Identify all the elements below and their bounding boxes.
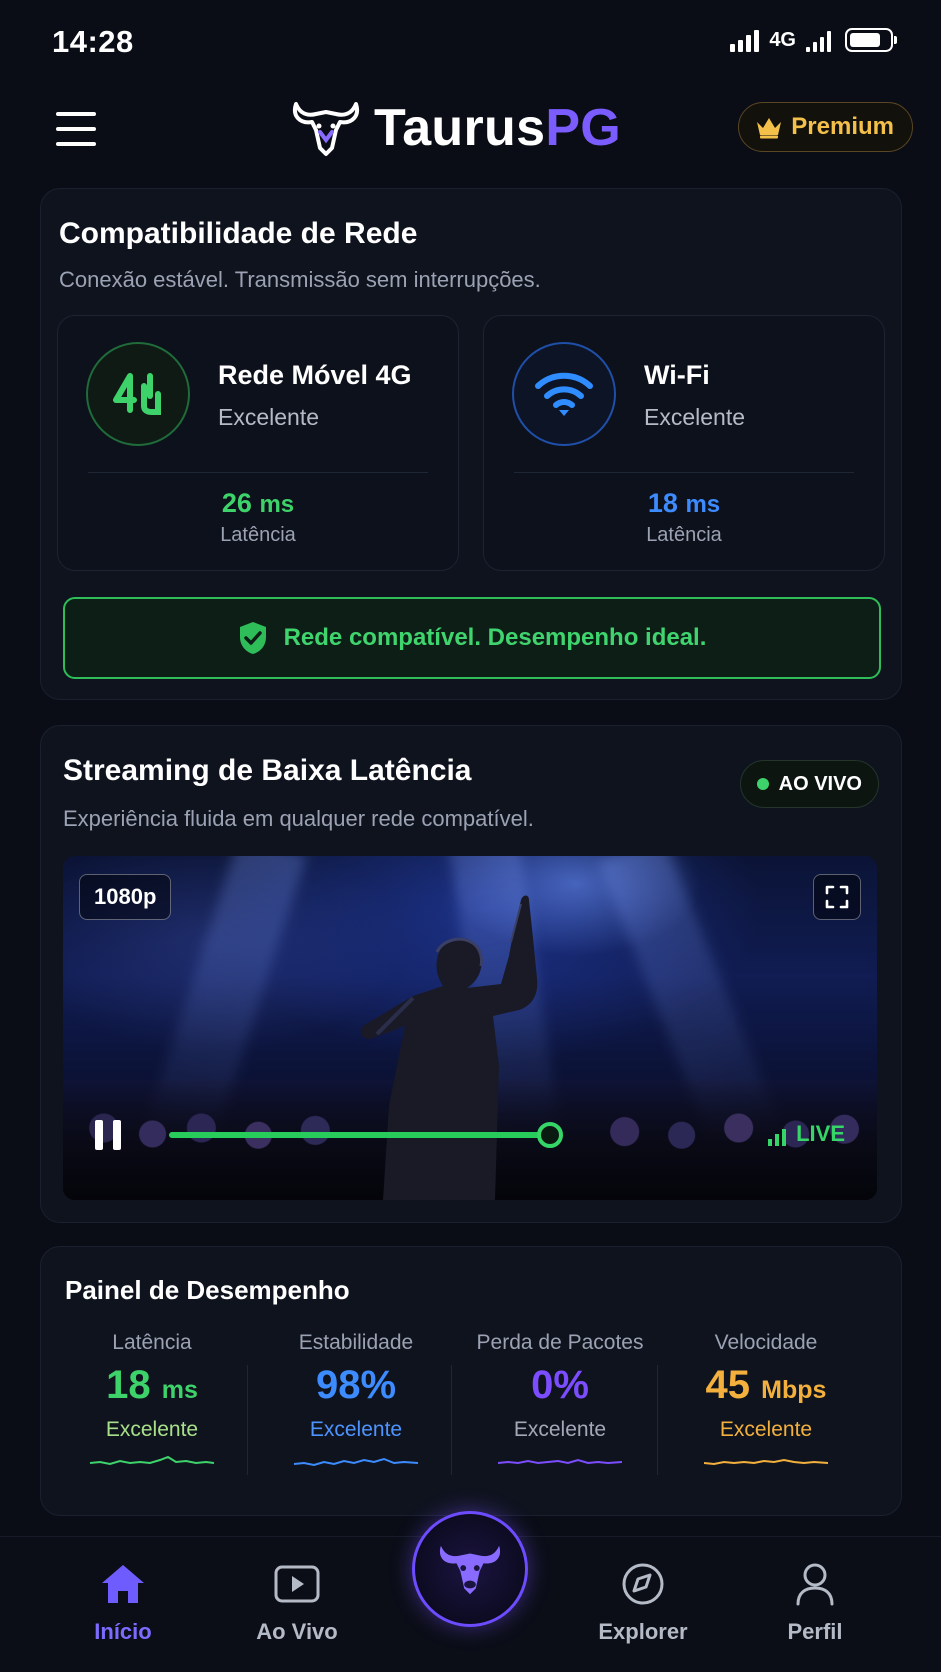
premium-label: Premium (791, 113, 894, 140)
divider (657, 1365, 658, 1475)
metric-value: 0% (531, 1363, 589, 1407)
nav-label: Perfil (787, 1619, 843, 1644)
metric-label: Estabilidade (298, 1331, 414, 1354)
brand-name-part2: PG (545, 99, 622, 157)
premium-button[interactable]: Premium (738, 102, 913, 152)
crown-icon (757, 118, 782, 139)
metric-packet-loss: Perda de Pacotes 0% Excelente (457, 1331, 663, 1497)
streaming-card: Streaming de Baixa Latência Experiência … (40, 725, 902, 1223)
bull-icon (439, 1545, 501, 1595)
status-time: 14:28 (52, 24, 134, 59)
video-player[interactable]: 1080p LIVE (63, 856, 877, 1200)
live-dot-icon (756, 778, 769, 790)
mobile-latency-label: Latência (220, 524, 296, 546)
nav-label: Início (94, 1619, 152, 1644)
nav-item-profile[interactable]: Perfil (755, 1557, 875, 1645)
secondary-signal-icon (806, 28, 831, 52)
bull-logo-icon (293, 102, 359, 156)
divider (514, 472, 854, 473)
metric-value: 45 Mbps (705, 1363, 827, 1407)
compatibility-banner: Rede compatível. Desempenho ideal. (63, 597, 881, 679)
progress-bar[interactable] (169, 1132, 551, 1138)
performer-silhouette (360, 895, 538, 1200)
play-icon (237, 1557, 357, 1611)
live-indicator-label: LIVE (796, 1121, 845, 1146)
compass-icon (583, 1557, 703, 1611)
network-type: 4G (769, 28, 796, 51)
metric-speed: Velocidade 45 Mbps Excelente (663, 1331, 869, 1497)
nav-label: Explorer (598, 1619, 688, 1644)
metric-value: 98% (315, 1363, 397, 1407)
nav-item-explorer[interactable]: Explorer (583, 1557, 703, 1645)
wifi-network-name: Wi-Fi (644, 360, 710, 390)
bottom-navigation: Início Ao Vivo Explorer Perfil (0, 1511, 941, 1672)
status-bar: 14:28 4G (0, 0, 941, 85)
cellular-signal-icon (730, 28, 760, 52)
wifi-network-tile[interactable]: Wi-Fi Excelente 18 ms Latência (483, 315, 885, 571)
nav-label: Ao Vivo (256, 1619, 338, 1644)
divider (88, 472, 428, 473)
mobile-latency-value: 26 ms (221, 488, 295, 518)
metric-status: Excelente (719, 1418, 813, 1441)
progress-handle[interactable] (537, 1122, 563, 1148)
battery-icon (845, 28, 897, 52)
compatibility-text: Rede compatível. Desempenho ideal. (283, 624, 707, 651)
performance-panel: Painel de Desempenho Latência 18 ms Exce… (40, 1246, 902, 1516)
divider (247, 1365, 248, 1475)
packet-loss-sparkline (497, 1458, 623, 1465)
network-compatibility-card: Compatibilidade de Rede Conexão estável.… (40, 188, 902, 700)
mobile-network-tile[interactable]: Rede Móvel 4G Excelente 26 ms Latência (57, 315, 459, 571)
metric-latency: Latência 18 ms Excelente (49, 1331, 255, 1497)
speed-sparkline (703, 1458, 829, 1466)
wifi-latency-value: 18 ms (647, 488, 721, 518)
metric-status: Excelente (513, 1418, 607, 1441)
streaming-card-subtitle: Experiência fluida em qualquer rede comp… (63, 806, 534, 831)
resolution-badge[interactable]: 1080p (79, 874, 172, 920)
wifi-network-status: Excelente (644, 404, 746, 430)
nav-item-home[interactable]: Início (63, 1557, 183, 1645)
4g-icon (86, 342, 190, 446)
bull-center-button[interactable] (412, 1511, 528, 1627)
metric-status: Excelente (105, 1418, 199, 1441)
live-badge: AO VIVO (739, 760, 879, 808)
wifi-latency-label: Latência (646, 524, 722, 546)
metric-label: Velocidade (714, 1331, 818, 1354)
brand-name-part1: Taurus (374, 99, 546, 157)
system-icons: 4G (730, 28, 897, 52)
home-icon (63, 1557, 183, 1611)
performance-title: Painel de Desempenho (65, 1275, 350, 1305)
latency-sparkline (89, 1455, 215, 1466)
nav-item-live[interactable]: Ao Vivo (237, 1557, 357, 1645)
metric-label: Perda de Pacotes (476, 1331, 644, 1354)
streaming-card-title: Streaming de Baixa Latência (63, 754, 472, 787)
brand-name: TaurusPG (374, 98, 621, 158)
network-card-subtitle: Conexão estável. Transmissão sem interru… (59, 267, 541, 292)
divider (451, 1365, 452, 1475)
pause-icon[interactable] (95, 1120, 121, 1150)
metric-stability: Estabilidade 98% Excelente (253, 1331, 459, 1497)
mobile-network-status: Excelente (218, 404, 320, 430)
stability-sparkline (293, 1457, 419, 1467)
app-header: TaurusPG Premium (0, 90, 941, 170)
user-icon (755, 1557, 875, 1611)
metric-label: Latência (112, 1331, 192, 1354)
menu-icon[interactable] (56, 112, 96, 146)
network-card-title: Compatibilidade de Rede (59, 217, 418, 250)
metric-status: Excelente (309, 1418, 403, 1441)
live-badge-label: AO VIVO (778, 772, 862, 795)
mobile-network-name: Rede Móvel 4G (218, 360, 412, 390)
live-indicator: LIVE (768, 1122, 845, 1146)
wifi-icon (512, 342, 616, 446)
brand-logo: TaurusPG (290, 96, 621, 160)
fullscreen-icon[interactable] (813, 874, 861, 920)
signal-bars-icon (768, 1128, 787, 1146)
metric-value: 18 ms (106, 1363, 198, 1407)
shield-check-icon (239, 622, 266, 654)
